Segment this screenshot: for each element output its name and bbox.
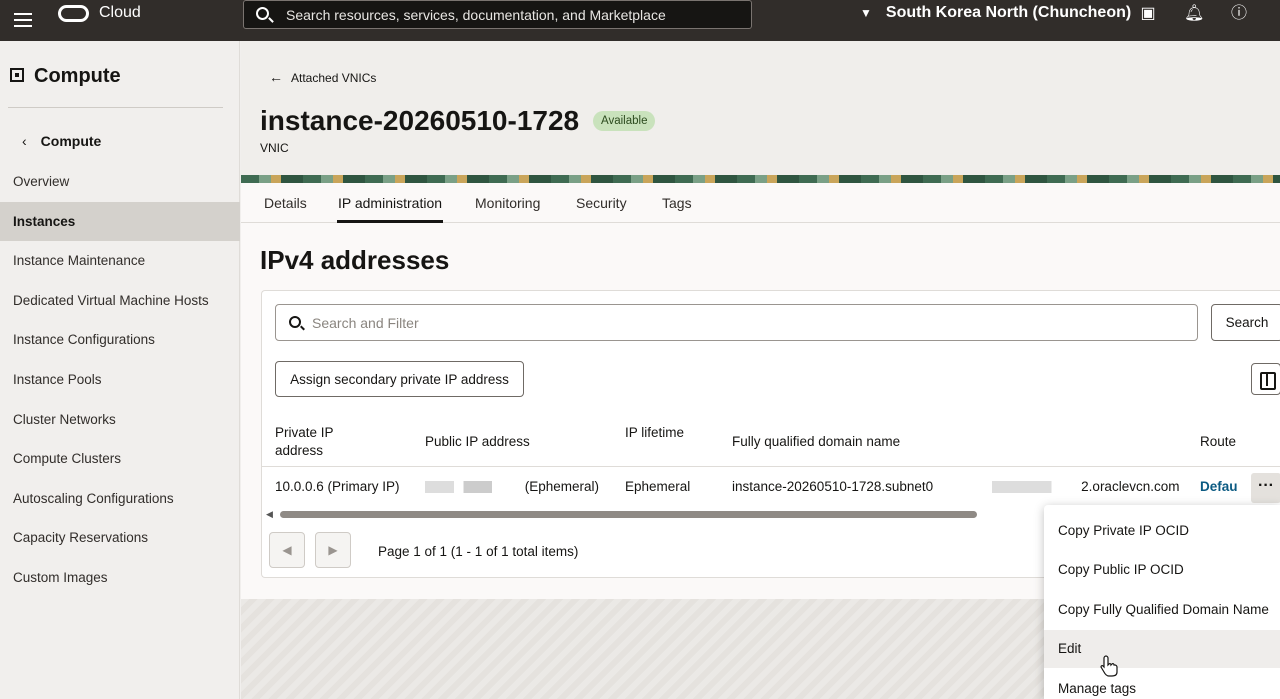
hand-pointer-cursor-icon	[1100, 655, 1118, 677]
public-ip-lifetime-suffix: (Ephemeral)	[524, 479, 600, 494]
tab-ip-administration[interactable]: IP administration	[338, 195, 442, 211]
tab-tags[interactable]: Tags	[662, 195, 692, 211]
chevron-left-icon: ‹	[22, 133, 27, 149]
search-button[interactable]: Search	[1211, 304, 1280, 341]
chip-icon	[10, 68, 24, 82]
cell-private-ip: 10.0.0.6 (Primary IP)	[275, 479, 400, 494]
search-icon	[289, 316, 301, 328]
search-icon	[256, 7, 269, 20]
back-link-label: Attached VNICs	[291, 71, 377, 85]
cell-fqdn: instance-20260510-1728.subnet0 2.oraclevc…	[732, 479, 1179, 494]
back-to-attached-vnics-link[interactable]: ← Attached VNICs	[269, 69, 376, 85]
row-actions-menu-button[interactable]: ···	[1251, 473, 1280, 503]
search-filter-input[interactable]: Search and Filter	[275, 304, 1198, 341]
page-subtitle: VNIC	[260, 141, 289, 155]
sidebar-title: Compute	[10, 65, 121, 88]
oracle-logo-icon[interactable]	[58, 5, 89, 22]
menu-item-copy-fqdn[interactable]: Copy Fully Qualified Domain Name	[1044, 591, 1280, 629]
region-name: South Korea North (Chuncheon)	[885, 4, 1132, 21]
menu-item-copy-private-ip-ocid[interactable]: Copy Private IP OCID	[1044, 512, 1280, 550]
global-search-input[interactable]: Search resources, services, documentatio…	[243, 0, 752, 29]
arrow-left-icon: ←	[269, 69, 283, 85]
redacted-fqdn	[933, 481, 1082, 494]
global-search-placeholder: Search resources, services, documentatio…	[286, 7, 666, 23]
decorative-banner	[241, 175, 1280, 183]
header-private-ip: Private IP address	[275, 425, 334, 458]
section-title: IPv4 addresses	[260, 245, 450, 275]
region-selector[interactable]: ▼ South Korea North (Chuncheon)	[860, 4, 1131, 22]
notifications-bell-icon[interactable]: 🔔︎	[1184, 4, 1204, 24]
brand-name[interactable]: Cloud	[99, 4, 141, 22]
sidebar-item-dedicated-hosts[interactable]: Dedicated Virtual Machine Hosts	[0, 281, 240, 321]
tab-monitoring[interactable]: Monitoring	[475, 195, 540, 211]
cell-ip-lifetime: Ephemeral	[625, 479, 691, 494]
page-title: instance-20260510-1728	[260, 105, 580, 136]
sidebar-item-capacity-reservations[interactable]: Capacity Reservations	[0, 518, 240, 558]
cell-public-ip: (Ephemeral)	[425, 479, 599, 494]
filter-placeholder: Search and Filter	[312, 315, 419, 331]
row-actions-dropdown: Copy Private IP OCID Copy Public IP OCID…	[1044, 505, 1280, 699]
sidebar-item-custom-images[interactable]: Custom Images	[0, 558, 240, 598]
assign-secondary-ip-button[interactable]: Assign secondary private IP address	[275, 361, 524, 397]
sidebar-title-text: Compute	[34, 65, 121, 87]
menu-item-copy-public-ip-ocid[interactable]: Copy Public IP OCID	[1044, 551, 1280, 589]
previous-page-button[interactable]: ◀	[269, 532, 305, 568]
menu-item-manage-tags[interactable]: Manage tags	[1044, 670, 1280, 699]
header-fqdn: Fully qualified domain name	[732, 434, 901, 449]
table-header-divider	[262, 466, 1280, 467]
sidebar-item-instance-maintenance[interactable]: Instance Maintenance	[0, 241, 240, 281]
status-badge: Available	[593, 111, 656, 131]
next-page-button[interactable]: ▶	[315, 532, 351, 568]
cloud-shell-icon[interactable]: ▣	[1138, 4, 1158, 24]
fqdn-suffix: 2.oraclevcn.com	[1081, 479, 1180, 494]
scrollbar-thumb[interactable]	[280, 511, 977, 518]
header-public-ip: Public IP address	[425, 434, 530, 449]
tab-security[interactable]: Security	[576, 195, 627, 211]
pagination-status: Page 1 of 1 (1 - 1 of 1 total items)	[378, 544, 579, 559]
sidebar-divider	[8, 107, 223, 108]
scroll-left-icon[interactable]: ◀	[266, 509, 273, 520]
sidebar-item-cluster-networks[interactable]: Cluster Networks	[0, 400, 240, 440]
sidebar-nav: Overview Instances Instance Maintenance …	[0, 162, 240, 598]
sidebar-item-instances[interactable]: Instances	[0, 201, 240, 242]
sidebar-item-instance-configurations[interactable]: Instance Configurations	[0, 320, 240, 360]
tab-bar: Details IP administration Monitoring Sec…	[241, 183, 1280, 223]
sidebar-item-overview[interactable]: Overview	[0, 162, 240, 202]
chevron-down-icon: ▼	[860, 6, 872, 20]
top-bar: Cloud Search resources, services, docume…	[0, 0, 1280, 41]
sidebar-item-instance-pools[interactable]: Instance Pools	[0, 360, 240, 400]
menu-item-edit[interactable]: Edit	[1044, 630, 1280, 668]
redacted-public-ip	[425, 481, 521, 494]
header-ip-lifetime: IP lifetime	[625, 425, 685, 440]
header-route: Route	[1200, 434, 1237, 449]
sidebar-back-label: Compute	[40, 133, 102, 149]
tab-details[interactable]: Details	[264, 195, 307, 211]
cell-route-link[interactable]: Defau	[1200, 479, 1240, 494]
column-visibility-icon[interactable]	[1251, 363, 1280, 395]
hamburger-menu-icon[interactable]	[14, 13, 32, 27]
help-icon[interactable]: ⓘ	[1229, 4, 1249, 24]
sidebar: Compute ‹ Compute Overview Instances Inst…	[0, 41, 240, 699]
fqdn-prefix: instance-20260510-1728.subnet0	[732, 479, 934, 494]
sidebar-item-compute-clusters[interactable]: Compute Clusters	[0, 439, 240, 479]
sidebar-item-autoscaling[interactable]: Autoscaling Configurations	[0, 479, 240, 519]
sidebar-back-link[interactable]: ‹ Compute	[22, 133, 101, 149]
